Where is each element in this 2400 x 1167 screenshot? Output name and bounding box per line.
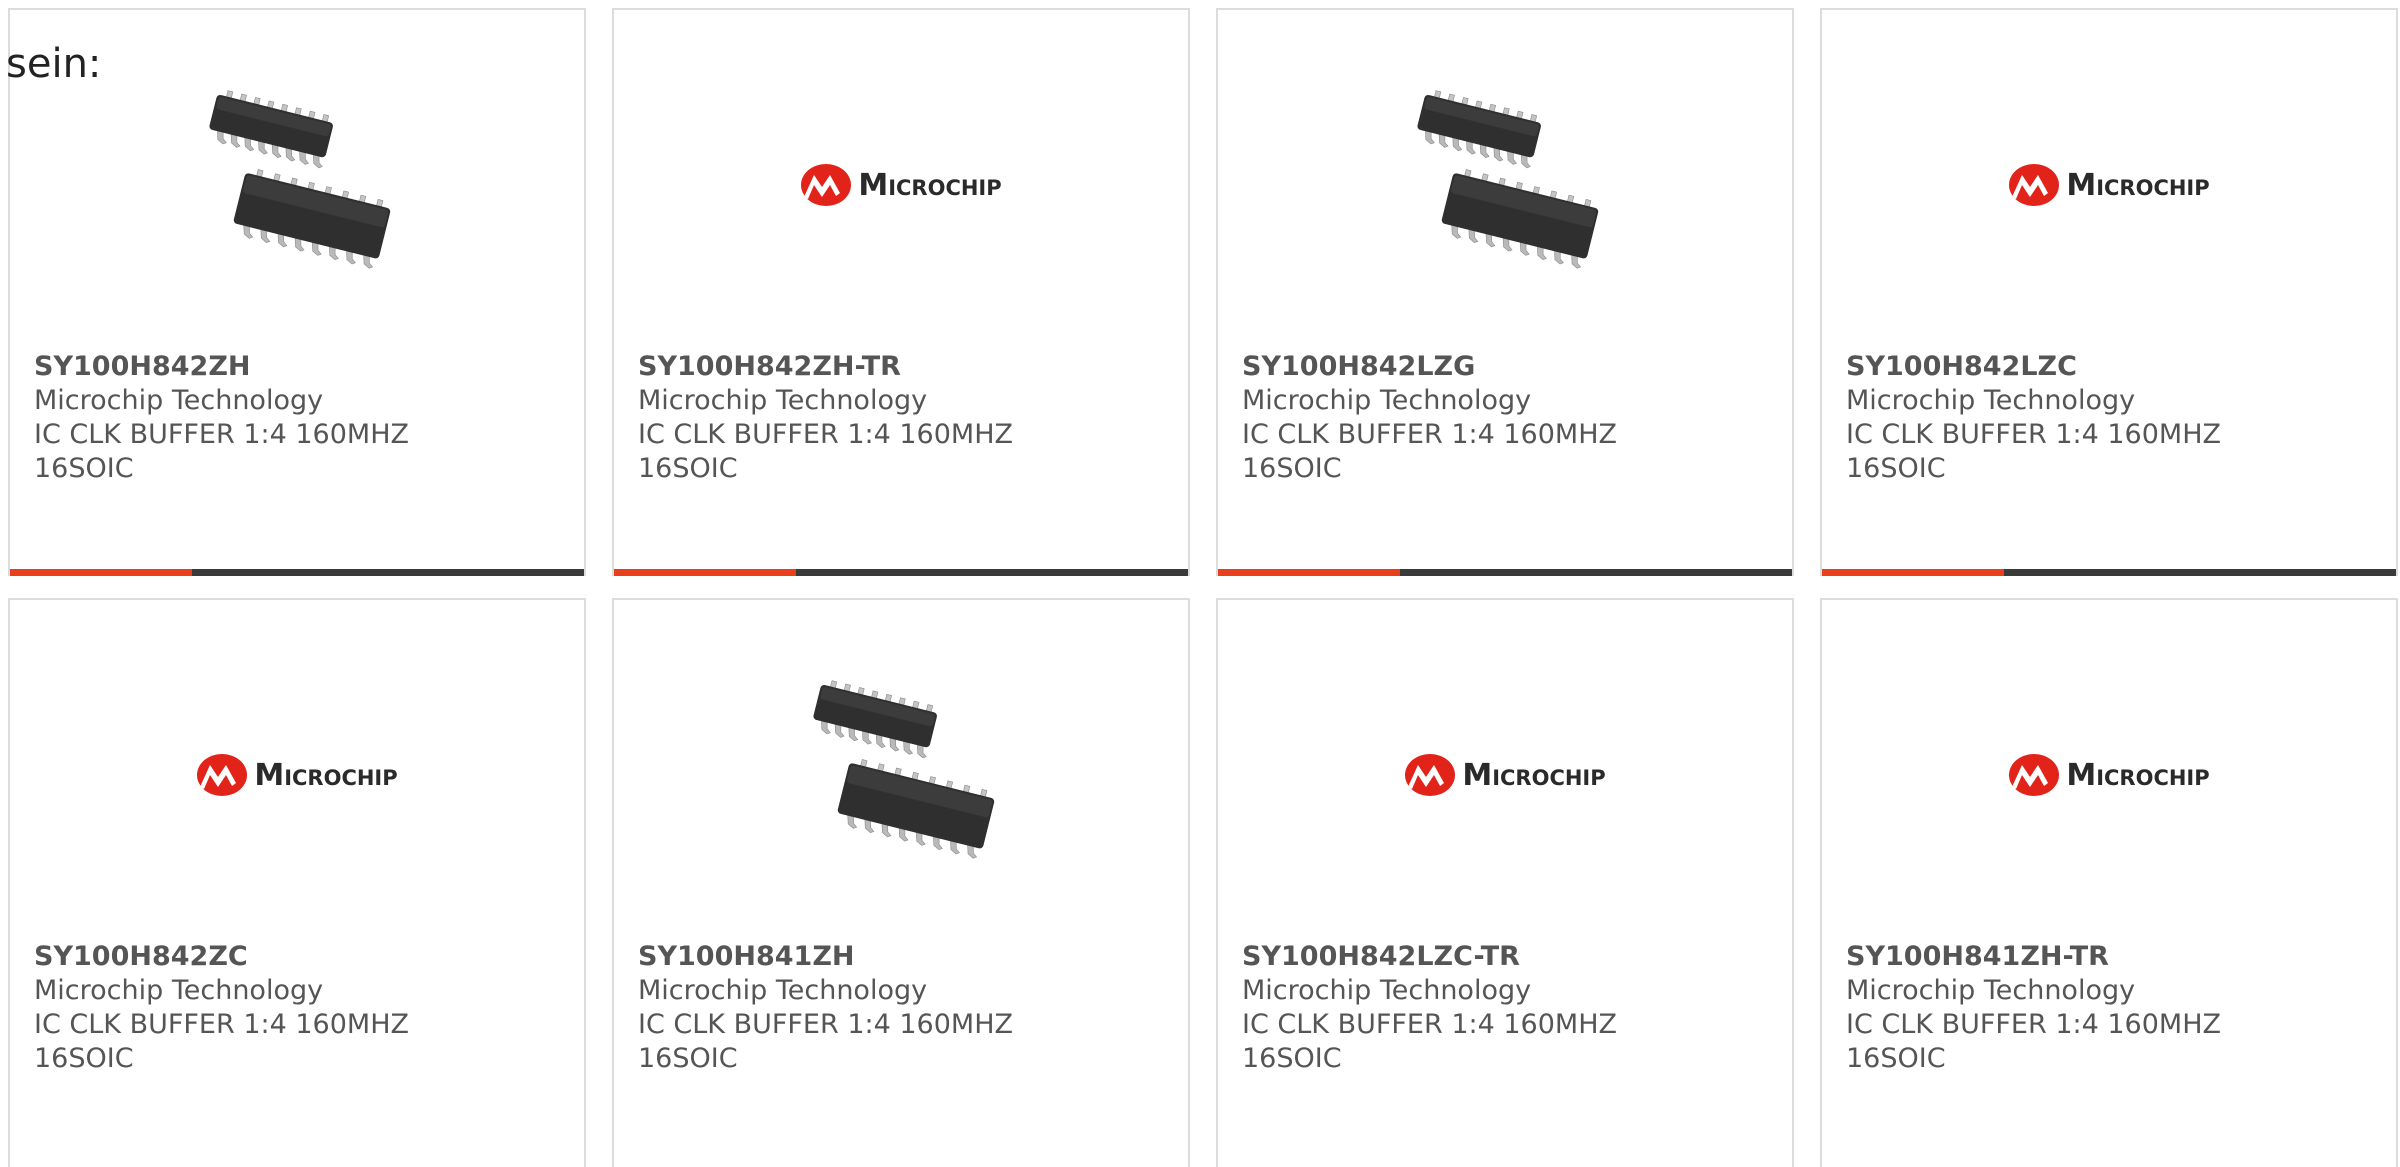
product-card[interactable]: Microchip SY100H842ZH-TR Microchip Techn… [612,8,1190,576]
manufacturer: Microchip Technology [1242,975,1532,1006]
logo-word: Microchip [254,757,398,793]
card-bar-accent [614,569,796,576]
product-info: SY100H841ZH-TR Microchip Technology IC C… [1846,940,2376,1076]
product-card[interactable]: Microchip SY100H842ZC Microchip Technolo… [8,598,586,1167]
part-number[interactable]: SY100H842ZH-TR [638,350,1168,384]
product-grid-page: sein: SY100H842ZH Microchip Technology I… [0,0,2400,1167]
product-image[interactable] [614,670,1188,880]
product-info: SY100H842ZC Microchip Technology IC CLK … [34,940,564,1076]
intro-text: sein: [6,41,102,87]
card-bar-accent [1218,569,1400,576]
microchip-logo: Microchip [2008,753,2210,797]
product-card[interactable]: SY100H842ZH Microchip Technology IC CLK … [8,8,586,576]
part-number[interactable]: SY100H842LZC [1846,350,2376,384]
ic-package-image [1417,90,1599,269]
description: IC CLK BUFFER 1:4 160MHZ 16SOIC [34,1009,409,1074]
part-number[interactable]: SY100H842LZG [1242,350,1772,384]
product-info: SY100H842ZH Microchip Technology IC CLK … [34,350,564,486]
product-card[interactable]: SY100H842LZG Microchip Technology IC CLK… [1216,8,1794,576]
microchip-logo-icon [2009,754,2060,796]
microchip-logo-icon [1405,754,1456,796]
part-number[interactable]: SY100H842ZH [34,350,564,384]
microchip-logo: Microchip [1404,753,1606,797]
product-image[interactable]: Microchip [614,80,1188,290]
description: IC CLK BUFFER 1:4 160MHZ 16SOIC [638,419,1013,484]
manufacturer: Microchip Technology [638,385,928,416]
description: IC CLK BUFFER 1:4 160MHZ 16SOIC [638,1009,1013,1074]
product-info: SY100H842ZH-TR Microchip Technology IC C… [638,350,1168,486]
product-info: SY100H842LZC Microchip Technology IC CLK… [1846,350,2376,486]
product-card[interactable]: Microchip SY100H842LZC-TR Microchip Tech… [1216,598,1794,1167]
product-card[interactable]: Microchip SY100H842LZC Microchip Technol… [1820,8,2398,576]
product-image[interactable]: Microchip [1218,670,1792,880]
card-bar-accent [1822,569,2004,576]
description: IC CLK BUFFER 1:4 160MHZ 16SOIC [1846,419,2221,484]
manufacturer: Microchip Technology [1242,385,1532,416]
manufacturer: Microchip Technology [1846,975,2136,1006]
product-card[interactable]: Microchip SY100H841ZH-TR Microchip Techn… [1820,598,2398,1167]
card-bar-accent [10,569,192,576]
microchip-logo-icon [197,754,248,796]
product-grid: SY100H842ZH Microchip Technology IC CLK … [8,8,2400,1167]
product-info: SY100H842LZC-TR Microchip Technology IC … [1242,940,1772,1076]
ic-package-image [209,90,391,269]
manufacturer: Microchip Technology [1846,385,2136,416]
logo-word: Microchip [1462,757,1606,793]
part-number[interactable]: SY100H842LZC-TR [1242,940,1772,974]
card-bottom-bar [614,569,1188,576]
ic-package-image [813,680,995,859]
logo-word: Microchip [2066,167,2210,203]
manufacturer: Microchip Technology [34,975,324,1006]
logo-word: Microchip [2066,757,2210,793]
manufacturer: Microchip Technology [34,385,324,416]
part-number[interactable]: SY100H842ZC [34,940,564,974]
product-image[interactable]: Microchip [10,670,584,880]
product-info: SY100H841ZH Microchip Technology IC CLK … [638,940,1168,1076]
product-image[interactable]: Microchip [1822,80,2396,290]
microchip-logo: Microchip [800,163,1002,207]
product-image[interactable]: Microchip [1822,670,2396,880]
part-number[interactable]: SY100H841ZH [638,940,1168,974]
description: IC CLK BUFFER 1:4 160MHZ 16SOIC [1846,1009,2221,1074]
card-bottom-bar [1822,569,2396,576]
part-number[interactable]: SY100H841ZH-TR [1846,940,2376,974]
product-image[interactable] [1218,80,1792,290]
product-card[interactable]: SY100H841ZH Microchip Technology IC CLK … [612,598,1190,1167]
product-image[interactable] [10,80,584,290]
logo-word: Microchip [858,167,1002,203]
microchip-logo-icon [2009,164,2060,206]
microchip-logo: Microchip [196,753,398,797]
description: IC CLK BUFFER 1:4 160MHZ 16SOIC [1242,1009,1617,1074]
card-bottom-bar [10,569,584,576]
manufacturer: Microchip Technology [638,975,928,1006]
description: IC CLK BUFFER 1:4 160MHZ 16SOIC [1242,419,1617,484]
product-info: SY100H842LZG Microchip Technology IC CLK… [1242,350,1772,486]
microchip-logo: Microchip [2008,163,2210,207]
description: IC CLK BUFFER 1:4 160MHZ 16SOIC [34,419,409,484]
microchip-logo-icon [801,164,852,206]
card-bottom-bar [1218,569,1792,576]
